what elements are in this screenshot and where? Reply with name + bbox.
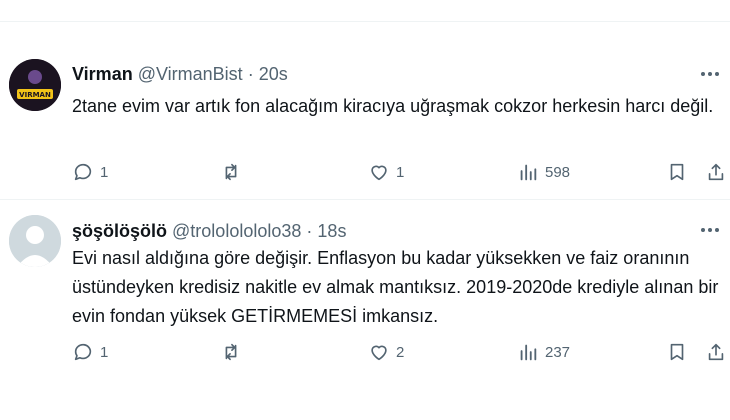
tweet-2[interactable]: şöşölöşölö @trolololololo38 · 18s Evi na…	[0, 200, 730, 420]
views-icon	[520, 164, 537, 181]
default-avatar-icon	[9, 215, 61, 267]
reply-button[interactable]: 1	[72, 340, 108, 364]
handle[interactable]: @trolololololo38	[172, 221, 301, 241]
share-button[interactable]	[705, 160, 727, 184]
like-button[interactable]: 1	[368, 160, 404, 184]
separator: ·	[306, 221, 313, 241]
avatar[interactable]	[9, 215, 61, 267]
like-count: 2	[396, 343, 405, 361]
tweet-header: Virman @VirmanBist · 20s	[72, 63, 288, 85]
avatar[interactable]: VIRMAN	[9, 59, 61, 111]
tweet-text: 2tane evim var artık fon alacağım kiracı…	[72, 96, 714, 116]
repost-button[interactable]	[220, 340, 248, 364]
reply-count: 1	[100, 163, 109, 181]
more-button[interactable]	[698, 221, 722, 239]
avatar-logo-text: VIRMAN	[19, 91, 51, 99]
separator: ·	[247, 64, 254, 84]
handle[interactable]: @VirmanBist	[138, 64, 243, 84]
reply-icon	[74, 163, 92, 181]
reply-button[interactable]: 1	[72, 160, 108, 184]
share-button[interactable]	[705, 340, 727, 364]
repost-icon	[225, 343, 237, 361]
bookmark-icon	[670, 163, 684, 181]
bookmark-button[interactable]	[666, 340, 688, 364]
display-name[interactable]: şöşölöşölö	[72, 221, 167, 241]
action-bar: 1 1 598	[0, 160, 730, 184]
view-count: 237	[545, 343, 571, 361]
timestamp[interactable]: 18s	[317, 221, 346, 241]
more-icon	[701, 228, 719, 232]
like-icon	[371, 345, 387, 361]
more-button[interactable]	[698, 65, 722, 83]
reply-count: 1	[100, 343, 109, 361]
display-name[interactable]: Virman	[72, 64, 133, 84]
like-count: 1	[396, 163, 405, 181]
avatar-image: VIRMAN	[9, 59, 61, 111]
view-count: 598	[545, 163, 571, 181]
like-button[interactable]: 2	[368, 340, 404, 364]
like-icon	[371, 165, 387, 181]
repost-button[interactable]	[220, 160, 248, 184]
bookmark-button[interactable]	[666, 160, 688, 184]
tweet-header: şöşölöşölö @trolololololo38 · 18s	[72, 220, 346, 242]
tweet-1[interactable]: VIRMAN Virman @VirmanBist · 20s 2tane ev…	[0, 22, 730, 199]
more-icon	[701, 72, 719, 76]
timestamp[interactable]: 20s	[259, 64, 288, 84]
share-icon	[708, 163, 724, 181]
action-bar: 1 2 237	[0, 340, 730, 364]
tweet-text: Evi nasıl aldığına göre değişir. Enflasy…	[72, 248, 719, 326]
share-icon	[708, 343, 724, 361]
views-icon	[520, 344, 537, 361]
views-button[interactable]: 237	[517, 340, 570, 364]
bookmark-icon	[670, 343, 684, 361]
repost-icon	[225, 163, 237, 181]
views-button[interactable]: 598	[517, 160, 570, 184]
reply-icon	[74, 343, 92, 361]
